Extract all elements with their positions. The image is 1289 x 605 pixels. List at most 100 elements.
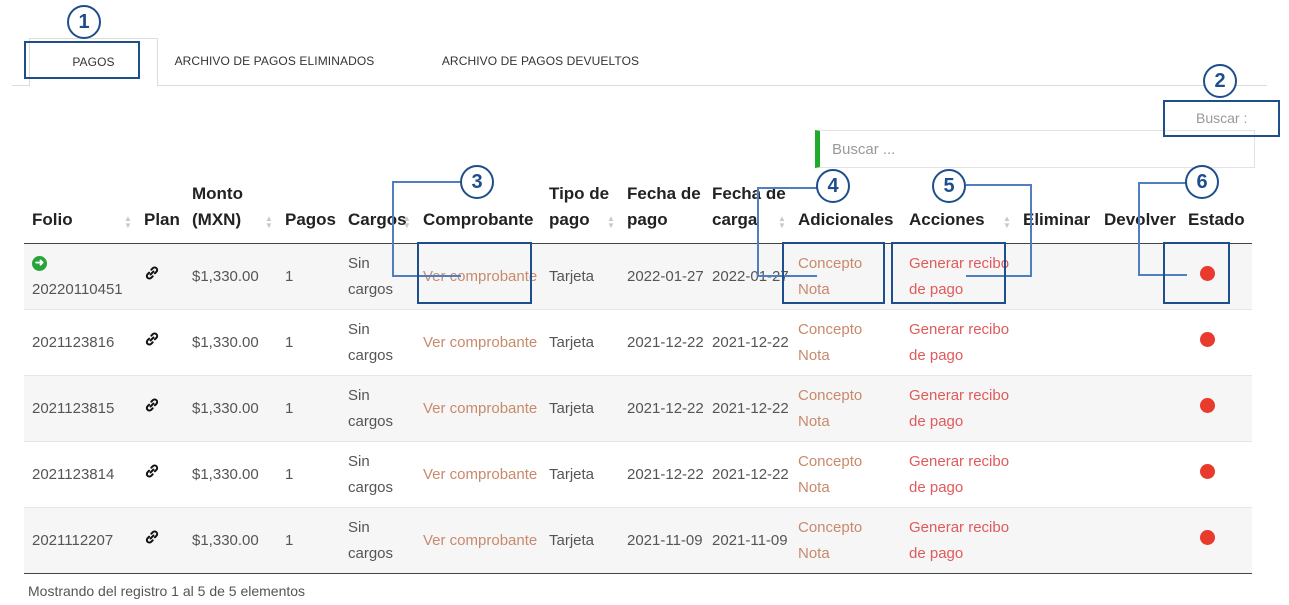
cell-adicionales: Concepto Nota bbox=[790, 441, 901, 508]
cell-fecha-carga: 2021-11-09 bbox=[704, 507, 790, 574]
cell-estado bbox=[1180, 375, 1252, 442]
cell-comprobante: Ver comprobante bbox=[415, 507, 541, 574]
link-icon[interactable] bbox=[144, 265, 160, 285]
cell-pagos: 1 bbox=[277, 309, 340, 376]
cell-comprobante: Ver comprobante bbox=[415, 309, 541, 376]
cell-comprobante: Ver comprobante bbox=[415, 375, 541, 442]
annotation-number: 3 bbox=[460, 165, 494, 199]
annotation-box-5 bbox=[891, 242, 1006, 304]
concepto-link[interactable]: Concepto bbox=[798, 387, 862, 404]
cell-plan bbox=[136, 375, 184, 442]
ver-comprobante-link[interactable]: Ver comprobante bbox=[423, 400, 537, 417]
cell-eliminar bbox=[1015, 309, 1096, 376]
cell-plan bbox=[136, 309, 184, 376]
nota-link[interactable]: Nota bbox=[798, 479, 830, 496]
col-pagos[interactable]: Pagos bbox=[277, 178, 340, 244]
col-monto[interactable]: Monto (MXN) ▲ ▼ bbox=[184, 178, 277, 244]
cell-pagos: 1 bbox=[277, 243, 340, 310]
link-icon[interactable] bbox=[144, 529, 160, 549]
cell-pagos: 1 bbox=[277, 441, 340, 508]
ver-comprobante-link[interactable]: Ver comprobante bbox=[423, 532, 537, 549]
arrow-right-circle-icon[interactable]: ➜ bbox=[32, 256, 47, 272]
cell-fecha-carga: 2021-12-22 bbox=[704, 375, 790, 442]
payments-table: Folio ▲ ▼ Plan Monto (MXN) ▲ ▼ Pagos Cargos ▲… bbox=[24, 178, 1252, 574]
link-icon[interactable] bbox=[144, 331, 160, 351]
cell-devolver bbox=[1096, 441, 1180, 508]
cell-adicionales: Concepto Nota bbox=[790, 309, 901, 376]
tab-archivo-eliminados[interactable]: ARCHIVO DE PAGOS ELIMINADOS bbox=[162, 38, 387, 85]
cell-folio: ➜ 20220110451 bbox=[24, 243, 136, 310]
cell-tipo-pago: Tarjeta bbox=[541, 441, 619, 508]
generar-recibo-link[interactable]: Generar recibo de pago bbox=[909, 519, 1009, 562]
ver-comprobante-link[interactable]: Ver comprobante bbox=[423, 334, 537, 351]
cell-fecha-pago: 2021-12-22 bbox=[619, 309, 704, 376]
tab-archivo-devueltos[interactable]: ARCHIVO DE PAGOS DEVUELTOS bbox=[432, 38, 649, 85]
cell-pagos: 1 bbox=[277, 375, 340, 442]
generar-recibo-link[interactable]: Generar recibo de pago bbox=[909, 321, 1009, 364]
cell-monto: $1,330.00 bbox=[184, 243, 277, 310]
tab-bar: PAGOS ARCHIVO DE PAGOS ELIMINADOS ARCHIV… bbox=[12, 38, 1267, 87]
cell-fecha-pago: 2021-11-09 bbox=[619, 507, 704, 574]
link-icon[interactable] bbox=[144, 463, 160, 483]
cell-tipo-pago: Tarjeta bbox=[541, 243, 619, 310]
cell-estado bbox=[1180, 507, 1252, 574]
cell-acciones: Generar recibo de pago bbox=[901, 507, 1015, 574]
table-row: 2021112207 $1,330.00 1 Sin cargos Ver compro… bbox=[24, 507, 1252, 574]
table-info: Mostrando del registro 1 al 5 de 5 eleme… bbox=[28, 583, 306, 599]
cell-fecha-pago: 2021-12-22 bbox=[619, 441, 704, 508]
col-fecha-pago[interactable]: Fecha de pago bbox=[619, 178, 704, 244]
status-dot-icon bbox=[1200, 529, 1215, 545]
generar-recibo-link[interactable]: Generar recibo de pago bbox=[909, 453, 1009, 496]
annotation-number: 6 bbox=[1185, 165, 1219, 199]
cell-folio: 2021123815 bbox=[24, 375, 136, 442]
cell-devolver bbox=[1096, 309, 1180, 376]
cell-eliminar bbox=[1015, 441, 1096, 508]
cell-fecha-carga: 2021-12-22 bbox=[704, 309, 790, 376]
sort-icon: ▲ ▼ bbox=[265, 214, 273, 230]
col-plan[interactable]: Plan bbox=[136, 178, 184, 244]
concepto-link[interactable]: Concepto bbox=[798, 519, 862, 536]
cell-plan bbox=[136, 507, 184, 574]
annotation-box-4 bbox=[782, 242, 885, 304]
generar-recibo-link[interactable]: Generar recibo de pago bbox=[909, 387, 1009, 430]
table-row: ➜ 20220110451 $1,330.00 1 Sin cargos Ver comp… bbox=[24, 243, 1252, 310]
cell-monto: $1,330.00 bbox=[184, 375, 277, 442]
annotation-box-2 bbox=[1163, 100, 1280, 137]
nota-link[interactable]: Nota bbox=[798, 413, 830, 430]
cell-tipo-pago: Tarjeta bbox=[541, 507, 619, 574]
col-tipo-pago[interactable]: Tipo de pago ▲ ▼ bbox=[541, 178, 619, 244]
annotation-number: 2 bbox=[1203, 64, 1237, 98]
cell-fecha-carga: 2021-12-22 bbox=[704, 441, 790, 508]
cell-devolver bbox=[1096, 507, 1180, 574]
cell-adicionales: Concepto Nota bbox=[790, 507, 901, 574]
cell-comprobante: Ver comprobante bbox=[415, 441, 541, 508]
cell-plan bbox=[136, 243, 184, 310]
cell-monto: $1,330.00 bbox=[184, 507, 277, 574]
nota-link[interactable]: Nota bbox=[798, 347, 830, 364]
concepto-link[interactable]: Concepto bbox=[798, 321, 862, 338]
col-folio[interactable]: Folio ▲ ▼ bbox=[24, 178, 136, 244]
nota-link[interactable]: Nota bbox=[798, 545, 830, 562]
status-dot-icon bbox=[1200, 331, 1215, 347]
table-header-row: Folio ▲ ▼ Plan Monto (MXN) ▲ ▼ Pagos Cargos ▲… bbox=[24, 178, 1252, 244]
table-row: 2021123815 $1,330.00 1 Sin cargos Ver compro… bbox=[24, 375, 1252, 442]
table-row: 2021123814 $1,330.00 1 Sin cargos Ver compro… bbox=[24, 441, 1252, 508]
cell-pagos: 1 bbox=[277, 507, 340, 574]
annotation-box-3 bbox=[417, 242, 532, 304]
cell-acciones: Generar recibo de pago bbox=[901, 309, 1015, 376]
concepto-link[interactable]: Concepto bbox=[798, 453, 862, 470]
annotation-number: 1 bbox=[67, 5, 101, 39]
cell-estado bbox=[1180, 309, 1252, 376]
sort-icon: ▲ ▼ bbox=[607, 214, 615, 230]
cell-devolver bbox=[1096, 375, 1180, 442]
cell-tipo-pago: Tarjeta bbox=[541, 309, 619, 376]
cell-adicionales: Concepto Nota bbox=[790, 375, 901, 442]
status-dot-icon bbox=[1200, 463, 1215, 479]
link-icon[interactable] bbox=[144, 397, 160, 417]
cell-acciones: Generar recibo de pago bbox=[901, 375, 1015, 442]
cell-folio: 2021123814 bbox=[24, 441, 136, 508]
cell-eliminar bbox=[1015, 375, 1096, 442]
table-row: 2021123816 $1,330.00 1 Sin cargos Ver compro… bbox=[24, 309, 1252, 376]
ver-comprobante-link[interactable]: Ver comprobante bbox=[423, 466, 537, 483]
cell-plan bbox=[136, 441, 184, 508]
